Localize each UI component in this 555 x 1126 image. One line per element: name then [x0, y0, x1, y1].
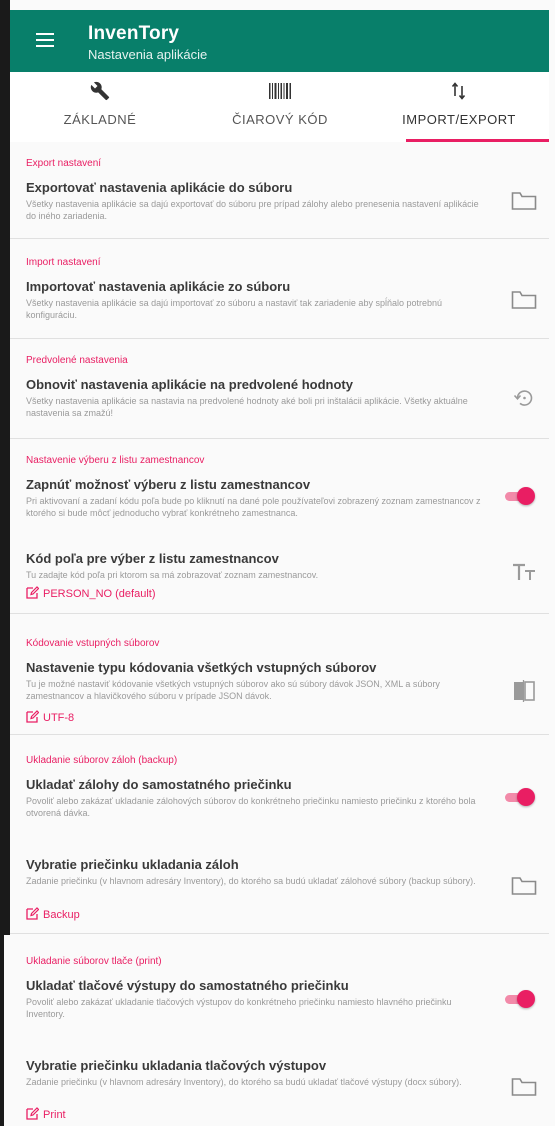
section-encoding: Kódovanie vstupných súborov Nastavenie t… [10, 614, 549, 735]
import-settings-item[interactable]: Importovať nastavenia aplikácie zo súbor… [10, 271, 549, 333]
section-employees: Nastavenie výberu z listu zamestnancov Z… [10, 439, 549, 614]
section-header: Import nastavení [26, 257, 101, 268]
restore-icon[interactable] [509, 385, 539, 411]
print-folder-text: Print [43, 1109, 66, 1121]
tab-label: ZÁKLADNÉ [63, 112, 137, 127]
toggle-thumb [517, 788, 535, 806]
text-size-icon[interactable] [509, 559, 539, 585]
item-description: Všetky nastavenia aplikácie sa dajú impo… [26, 298, 442, 320]
section-backup: Ukladanie súborov záloh (backup) Ukladať… [10, 735, 549, 934]
tab-label: IMPORT/EXPORT [402, 112, 516, 127]
employee-field-code-item[interactable]: Kód poľa pre výber z listu zamestnancov … [10, 543, 549, 607]
folder-icon[interactable] [509, 873, 539, 899]
section-import: Import nastavení Importovať nastavenia a… [10, 239, 549, 339]
export-settings-item[interactable]: Exportovať nastavenia aplikácie do súbor… [10, 172, 549, 234]
settings-tabs: ZÁKLADNÉ ČIAROVÝ KÓD IMPORT/EXPORT [10, 72, 549, 143]
app-title: InvenTory [88, 23, 180, 44]
section-header: Ukladanie súborov tlače (print) [26, 956, 162, 967]
tab-label: ČIAROVÝ KÓD [232, 112, 328, 127]
barcode-icon [190, 80, 370, 102]
item-description: Zadanie priečinku (v hlavnom adresáry In… [26, 1077, 462, 1087]
wrench-icon [10, 80, 190, 102]
backup-folder-select-item[interactable]: Vybratie priečinku ukladania záloh Zadan… [10, 849, 549, 929]
print-folder-toggle[interactable] [505, 989, 535, 1009]
item-title: Zapnúť možnosť výberu z listu zamestnanc… [26, 477, 311, 492]
edit-icon [26, 586, 40, 602]
backup-folder-enable-item[interactable]: Ukladať zálohy do samostatného priečinku… [10, 769, 549, 831]
tab-import-export[interactable]: IMPORT/EXPORT [369, 72, 549, 142]
window-edge [0, 0, 10, 935]
section-header: Ukladanie súborov záloh (backup) [26, 755, 178, 766]
item-title: Vybratie priečinku ukladania tlačových v… [26, 1058, 327, 1073]
item-title: Importovať nastavenia aplikácie zo súbor… [26, 279, 291, 294]
encoding-item[interactable]: Nastavenie typu kódovania všetkých vstup… [10, 652, 549, 730]
swap-vertical-icon [369, 80, 549, 102]
app-screen: InvenTory Nastavenia aplikácie ZÁKLADNÉ [0, 0, 555, 1126]
toggle-thumb [517, 487, 535, 505]
section-header: Kódovanie vstupných súborov [26, 638, 160, 649]
field-code-value[interactable]: PERSON_NO (default) [26, 586, 155, 602]
item-description: Tu zadajte kód poľa pri ktorom sa má zob… [26, 570, 319, 580]
edit-icon [26, 710, 40, 726]
app-bar: InvenTory Nastavenia aplikácie [10, 10, 549, 72]
item-description: Tu je možné nastaviť kódovanie všetkých … [26, 679, 440, 701]
restore-defaults-item[interactable]: Obnoviť nastavenia aplikácie na predvole… [10, 369, 549, 431]
section-header: Predvolené nastavenia [26, 355, 128, 366]
section-print: Ukladanie súborov tlače (print) Ukladať … [10, 934, 549, 1126]
folder-icon[interactable] [509, 188, 539, 214]
employee-list-toggle[interactable] [505, 486, 535, 506]
tab-ciarovy-kod[interactable]: ČIAROVÝ KÓD [190, 72, 370, 142]
item-description: Povoliť alebo zakázať ukladanie tlačovýc… [26, 997, 452, 1019]
file-compare-icon[interactable] [509, 678, 539, 704]
folder-icon[interactable] [509, 287, 539, 313]
section-defaults: Predvolené nastavenia Obnoviť nastavenia… [10, 339, 549, 439]
employee-list-enable-item[interactable]: Zapnúť možnosť výberu z listu zamestnanc… [10, 469, 549, 531]
encoding-value[interactable]: UTF-8 [26, 710, 74, 726]
item-title: Obnoviť nastavenia aplikácie na predvole… [26, 377, 353, 392]
folder-icon[interactable] [509, 1074, 539, 1100]
item-description: Zadanie priečinku (v hlavnom adresáry In… [26, 876, 476, 886]
edit-icon [26, 1107, 40, 1123]
item-title: Ukladať tlačové výstupy do samostatného … [26, 978, 349, 993]
print-folder-enable-item[interactable]: Ukladať tlačové výstupy do samostatného … [10, 970, 549, 1032]
item-title: Exportovať nastavenia aplikácie do súbor… [26, 180, 293, 195]
item-description: Pri aktivovaní a zadaní kódu poľa bude p… [26, 496, 481, 518]
window-edge [0, 935, 4, 1126]
app-subtitle: Nastavenia aplikácie [88, 47, 208, 62]
print-folder-value[interactable]: Print [26, 1107, 66, 1123]
toggle-thumb [517, 990, 535, 1008]
item-description: Všetky nastavenia aplikácie sa dajú expo… [26, 199, 479, 221]
encoding-text: UTF-8 [43, 712, 75, 724]
settings-list: Export nastavení Exportovať nastavenia a… [10, 142, 549, 1126]
field-code-text: PERSON_NO (default) [43, 588, 156, 600]
item-title: Ukladať zálohy do samostatného priečinku [26, 777, 292, 792]
section-header: Export nastavení [26, 158, 102, 169]
tab-zakladne[interactable]: ZÁKLADNÉ [10, 72, 190, 142]
item-description: Všetky nastavenia aplikácie sa nastavia … [26, 396, 468, 418]
hamburger-menu-icon[interactable] [36, 33, 54, 47]
backup-folder-toggle[interactable] [505, 787, 535, 807]
item-title: Kód poľa pre výber z listu zamestnancov [26, 551, 279, 566]
print-folder-select-item[interactable]: Vybratie priečinku ukladania tlačových v… [10, 1050, 549, 1126]
section-header: Nastavenie výberu z listu zamestnancov [26, 455, 205, 466]
backup-folder-text: Backup [43, 909, 80, 921]
item-title: Vybratie priečinku ukladania záloh [26, 857, 239, 872]
edit-icon [26, 907, 40, 923]
item-description: Povoliť alebo zakázať ukladanie zálohový… [26, 796, 476, 818]
item-title: Nastavenie typu kódovania všetkých vstup… [26, 660, 377, 675]
section-export: Export nastavení Exportovať nastavenia a… [10, 142, 549, 239]
backup-folder-value[interactable]: Backup [26, 907, 80, 923]
